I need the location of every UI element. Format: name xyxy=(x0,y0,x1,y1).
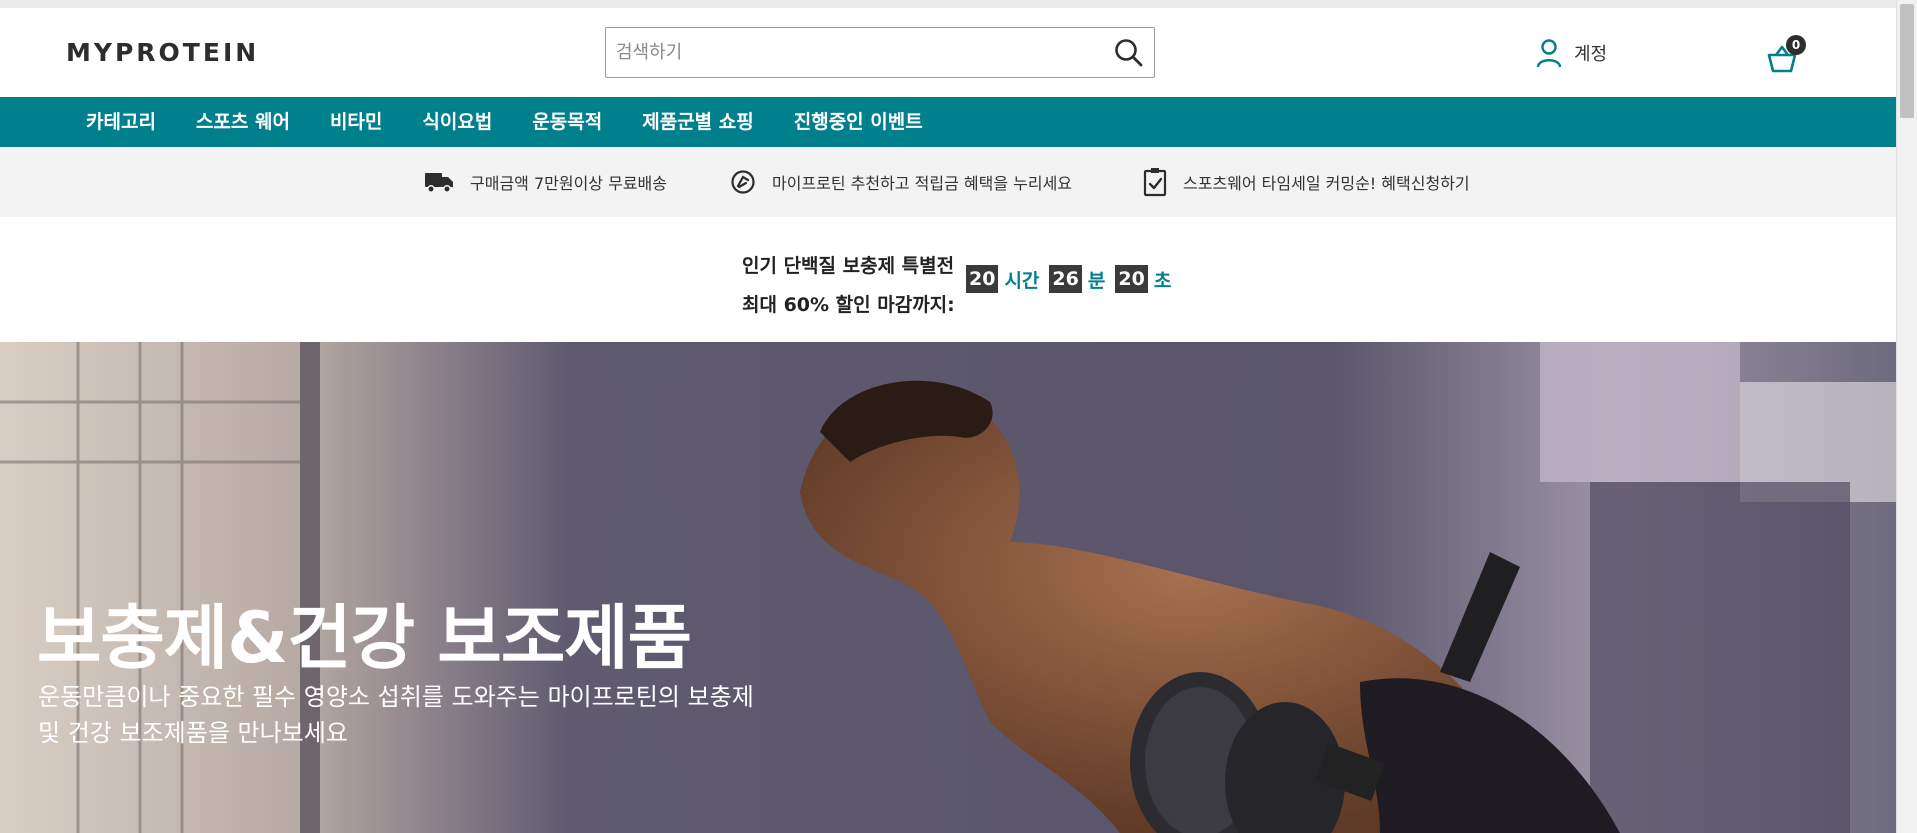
account-label: 계정 xyxy=(1574,44,1608,65)
myprotein-logo[interactable]: MYPROTEIN xyxy=(66,38,259,67)
nav-item-workout-goal[interactable]: 운동목적 xyxy=(512,97,622,147)
benefit-text: 스포츠웨어 타임세일 커밍순! 혜택신청하기 xyxy=(1183,174,1470,193)
truck-icon xyxy=(425,173,453,193)
countdown-seconds-unit: 초 xyxy=(1153,269,1172,292)
search-input[interactable] xyxy=(616,28,1096,77)
countdown-hours-unit: 시간 xyxy=(1004,269,1040,292)
sale-countdown: 인기 단백질 보충제 특별전 최대 60% 할인 마감까지: 20 시간 26 … xyxy=(0,217,1896,342)
nav-item-diet[interactable]: 식이요법 xyxy=(402,97,512,147)
basket-button[interactable]: 0 xyxy=(1766,35,1806,75)
nav-item-category[interactable]: 카테고리 xyxy=(66,97,176,147)
benefit-referral[interactable]: 마이프로틴 추천하고 적립금 혜택을 누리세요 xyxy=(730,166,1072,198)
countdown-minutes-unit: 분 xyxy=(1087,269,1106,292)
nav-item-sportswear[interactable]: 스포츠 웨어 xyxy=(176,97,310,147)
benefits-bar: 구매금액 7만원이상 무료배송 마이프로틴 추천하고 적립금 혜택을 누리세요 … xyxy=(0,147,1896,217)
search-icon xyxy=(1115,39,1143,67)
countdown-message: 인기 단백질 보충제 특별전 최대 60% 할인 마감까지: xyxy=(742,247,955,325)
clipboard-check-icon xyxy=(1143,168,1167,197)
countdown-timer: 20 시간 26 분 20 초 xyxy=(966,265,1181,293)
search-button[interactable] xyxy=(1112,36,1146,70)
user-icon xyxy=(1536,39,1562,68)
hero-subtitle-line-1: 운동만큼이나 중요한 필수 영양소 섭취를 도와주는 마이프로틴의 보충제 xyxy=(38,683,754,711)
countdown-seconds: 20 xyxy=(1115,265,1148,293)
main-navigation: 카테고리 스포츠 웨어 비타민 식이요법 운동목적 제품군별 쇼핑 진행중인 이… xyxy=(0,97,1896,147)
countdown-line-1: 인기 단백질 보충제 특별전 xyxy=(742,255,955,277)
search-bar xyxy=(605,27,1155,78)
countdown-hours: 20 xyxy=(966,265,999,293)
countdown-line-2: 최대 60% 할인 마감까지: xyxy=(742,294,955,316)
hero-subtitle: 운동만큼이나 중요한 필수 영양소 섭취를 도와주는 마이프로틴의 보충제 및 … xyxy=(38,679,808,751)
account-link[interactable]: 계정 xyxy=(1536,38,1607,68)
nav-item-shop-by-product[interactable]: 제품군별 쇼핑 xyxy=(622,97,774,147)
top-strip xyxy=(0,0,1896,8)
coin-icon xyxy=(731,170,755,194)
nav-item-events[interactable]: 진행중인 이벤트 xyxy=(774,97,943,147)
benefit-timesale[interactable]: 스포츠웨어 타임세일 커밍순! 혜택신청하기 xyxy=(1143,166,1470,198)
hero-title: 보충제&건강 보조제품 xyxy=(37,597,692,679)
nav-item-vitamins[interactable]: 비타민 xyxy=(310,97,402,147)
hero-subtitle-line-2: 및 건강 보조제품을 만나보세요 xyxy=(38,719,348,747)
basket-count-badge: 0 xyxy=(1786,35,1806,55)
benefit-text: 구매금액 7만원이상 무료배송 xyxy=(470,174,667,193)
site-header: MYPROTEIN 계정 0 xyxy=(0,8,1896,97)
benefit-free-delivery[interactable]: 구매금액 7만원이상 무료배송 xyxy=(424,166,667,198)
benefit-text: 마이프로틴 추천하고 적립금 혜택을 누리세요 xyxy=(772,174,1073,193)
scrollbar-thumb[interactable] xyxy=(1900,4,1914,118)
countdown-minutes: 26 xyxy=(1049,265,1082,293)
hero-banner[interactable]: 보충제&건강 보조제품 운동만큼이나 중요한 필수 영양소 섭취를 도와주는 마… xyxy=(0,342,1896,833)
page-scrollbar[interactable] xyxy=(1896,0,1917,833)
